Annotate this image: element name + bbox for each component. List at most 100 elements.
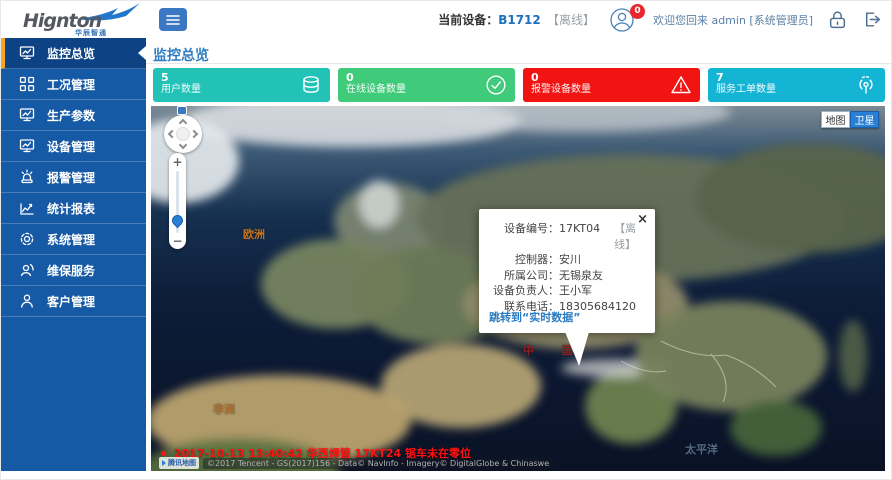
realtime-data-link[interactable]: 跳转到“实时数据” [489, 309, 580, 325]
stat-card-online-devices: 0 在线设备数量 [338, 68, 515, 102]
monitor-chart-icon [19, 138, 35, 154]
sidebar-item-label: 维保服务 [47, 262, 95, 279]
lock-icon [827, 9, 848, 30]
alarm-dot-icon [161, 451, 166, 456]
popup-label: 设备负责人： [485, 283, 559, 299]
person-icon [19, 293, 35, 309]
pan-center-button[interactable] [176, 127, 190, 141]
sidebar-item-label: 报警管理 [47, 169, 95, 186]
popup-row-controller: 控制器： 安川 [485, 252, 647, 268]
title-divider [146, 63, 892, 64]
tencent-logo-icon [162, 460, 166, 466]
current-device-label: 当前设备： [438, 13, 498, 27]
check-circle-icon [485, 74, 507, 96]
sidebar-item-device-management[interactable]: 设备管理 [1, 131, 146, 162]
map-label-africa: 非洲 [213, 401, 235, 417]
popup-label: 设备编号： [485, 221, 559, 252]
satellite-view-button[interactable]: 卫星 [850, 111, 879, 128]
stat-label: 用户数量 [161, 84, 322, 96]
pan-left-icon[interactable] [168, 130, 176, 138]
stats-chart-icon [19, 200, 35, 216]
sidebar-item-label: 生产参数 [47, 107, 95, 124]
zoom-in-button[interactable]: + [169, 155, 186, 169]
map-attribution: 腾讯地图 ©2017 Tencent - GS(2017)156 - Data©… [159, 457, 553, 469]
lock-screen-button[interactable] [827, 9, 848, 30]
sidebar-collapse-button[interactable] [159, 8, 187, 31]
sidebar-item-customer-management[interactable]: 客户管理 [1, 286, 146, 317]
map-view-button[interactable]: 地图 [821, 111, 850, 128]
popup-row-device-id: 设备编号： 17KT04 【离线】 [485, 221, 647, 252]
device-info-popup: × 设备编号： 17KT04 【离线】 控制器： 安川 所属公司： 无锡泉友 设… [479, 209, 655, 333]
logout-button[interactable] [862, 9, 883, 30]
top-bar: Hignton 华辰智通 当前设备：B1712 【离线】 0 [1, 1, 892, 38]
monitor-overview-icon [19, 45, 35, 61]
page-title: 监控总览 [153, 45, 209, 65]
gear-icon [19, 231, 35, 247]
popup-row-company: 所属公司： 无锡泉友 [485, 268, 647, 284]
popup-value: 17KT04 [559, 221, 600, 252]
pan-up-icon[interactable] [179, 119, 187, 127]
sidebar-item-statistics-report[interactable]: 统计报表 [1, 193, 146, 224]
stat-label: 报警设备数量 [531, 84, 692, 96]
map-label-europe: 欧洲 [243, 226, 265, 242]
stat-value: 0 [531, 71, 692, 84]
popup-row-owner: 设备负责人： 王小军 [485, 283, 647, 299]
sidebar-item-label: 统计报表 [47, 200, 95, 217]
zoom-thumb[interactable] [170, 213, 186, 229]
stat-label: 在线设备数量 [346, 84, 507, 96]
welcome-text: 欢迎您回来 [653, 14, 708, 27]
sidebar-item-alarm-management[interactable]: 报警管理 [1, 162, 146, 193]
popup-value: 王小军 [559, 283, 592, 299]
map-pan-control[interactable] [164, 115, 202, 153]
support-person-icon [19, 262, 35, 278]
tencent-logo-text: 腾讯地图 [168, 458, 196, 468]
sidebar-item-working-condition[interactable]: 工况管理 [1, 69, 146, 100]
pan-right-icon[interactable] [190, 130, 198, 138]
brand-logo: Hignton 华辰智通 [15, 4, 140, 36]
stat-value: 0 [346, 71, 507, 84]
current-device-offline-status: 【离线】 [547, 13, 595, 27]
popup-label: 控制器： [485, 252, 559, 268]
sidebar-item-monitor-overview[interactable]: 监控总览 [1, 38, 146, 69]
popup-value: 安川 [559, 252, 581, 268]
sidebar-nav: 监控总览 工况管理 生产参数 设备管理 报警管理 统计报表 系统管理 维保服务 [1, 38, 146, 471]
stat-card-alarm-devices: 0 报警设备数量 [523, 68, 700, 102]
map-label-pacific: 太平洋 [685, 441, 718, 457]
user-notification-button[interactable]: 0 [609, 7, 639, 33]
stat-cards-row: 5 用户数量 0 在线设备数量 0 报警设备数量 7 服务工单数量 [153, 68, 885, 102]
sidebar-item-maintenance-service[interactable]: 维保服务 [1, 255, 146, 286]
logo-subtext: 华辰智通 [75, 28, 107, 38]
sidebar-item-label: 客户管理 [47, 293, 95, 310]
stat-label: 服务工单数量 [716, 84, 877, 96]
sidebar-item-production-params[interactable]: 生产参数 [1, 100, 146, 131]
sidebar-item-system-management[interactable]: 系统管理 [1, 224, 146, 255]
stat-card-users: 5 用户数量 [153, 68, 330, 102]
list-menu-icon [166, 14, 180, 26]
tencent-maps-logo: 腾讯地图 [159, 457, 199, 469]
dashboard-page: Hignton 华辰智通 当前设备：B1712 【离线】 0 [0, 0, 892, 480]
sidebar-item-label: 设备管理 [47, 138, 95, 155]
monitor-chart-icon [19, 107, 35, 123]
map-type-toggle: 地图 卫星 [821, 111, 879, 128]
map-zoom-slider[interactable]: + − [169, 153, 186, 249]
notification-badge: 0 [630, 4, 645, 19]
current-device-value: B1712 [498, 13, 541, 27]
close-icon[interactable]: × [637, 213, 648, 226]
map-container: + − 地图 卫星 欧洲 非洲 中 国 太平洋 × 设备编号： 17KT04 【… [151, 106, 885, 471]
broadcast-icon [855, 74, 877, 96]
zoom-out-button[interactable]: − [169, 234, 186, 248]
sidebar-item-label: 监控总览 [47, 45, 95, 62]
grid-icon [19, 76, 35, 92]
welcome-message: 欢迎您回来 admin [系统管理员] [653, 12, 813, 28]
pan-down-icon[interactable] [179, 141, 187, 149]
warning-triangle-icon [670, 74, 692, 96]
popup-label: 所属公司： [485, 268, 559, 284]
stat-card-service-orders: 7 服务工单数量 [708, 68, 885, 102]
attribution-text: ©2017 Tencent - GS(2017)156 - Data© NavI… [203, 458, 553, 469]
stat-value: 5 [161, 71, 322, 84]
map-overview-toggle[interactable] [177, 106, 187, 115]
sidebar-item-label: 工况管理 [47, 76, 95, 93]
username-role: admin [系统管理员] [711, 14, 813, 27]
topbar-right-group: 当前设备：B1712 【离线】 0 欢迎您回来 admin [系统管理员] [438, 1, 883, 38]
database-icon [300, 74, 322, 96]
